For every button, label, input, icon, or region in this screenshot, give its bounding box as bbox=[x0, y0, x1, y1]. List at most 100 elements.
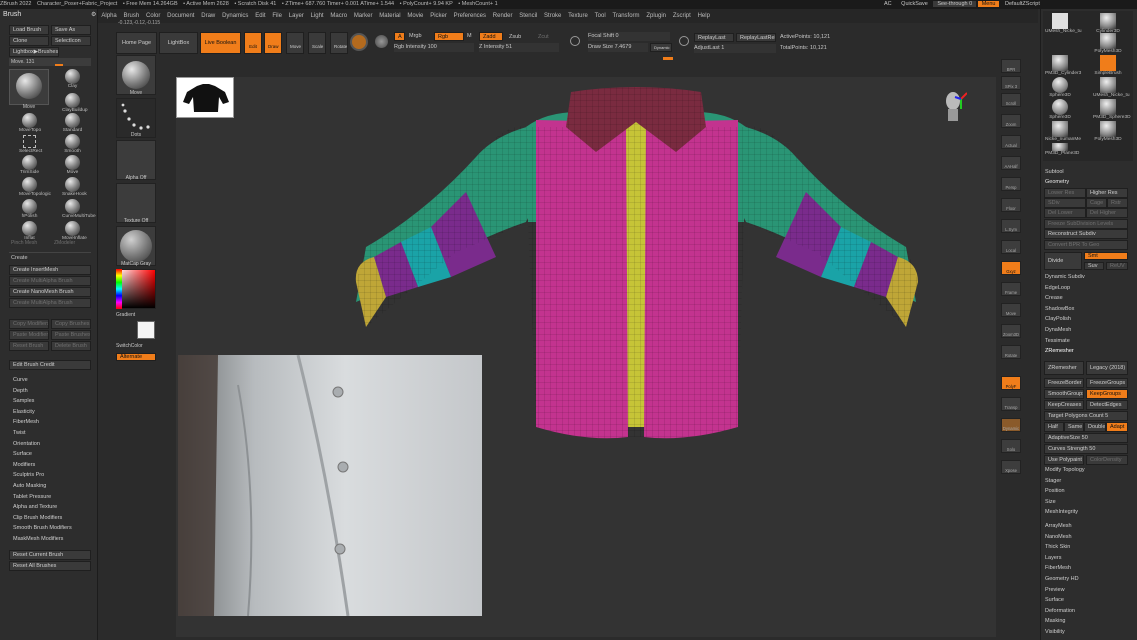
size-section[interactable]: Size bbox=[1041, 497, 1136, 508]
texture-selector[interactable] bbox=[116, 183, 156, 223]
menu-button[interactable]: Menu bbox=[977, 1, 1000, 7]
move-mode-button[interactable]: Move bbox=[286, 32, 304, 54]
crease-section[interactable]: Crease bbox=[1041, 293, 1136, 304]
deformation-section[interactable]: Deformation bbox=[1041, 606, 1136, 617]
section-curve[interactable]: Curve bbox=[0, 375, 97, 386]
z-intensity-slider[interactable]: Z Intensity 51 bbox=[479, 43, 559, 52]
keep-creases-toggle[interactable]: KeepCreases bbox=[1044, 400, 1084, 410]
create-multialpha-button-2[interactable]: Create MultiAlpha Brush bbox=[9, 298, 91, 308]
menu-transform[interactable]: Transform bbox=[609, 9, 643, 23]
clone-button[interactable]: Clone bbox=[9, 36, 49, 46]
brush-size-slider[interactable]: Move. 131 bbox=[9, 58, 91, 66]
section-alpha-texture[interactable]: Alpha and Texture bbox=[0, 502, 97, 513]
section-fibermesh[interactable]: FiberMesh bbox=[0, 417, 97, 428]
section-modifiers[interactable]: Modifiers bbox=[0, 460, 97, 471]
half-button[interactable]: Half bbox=[1044, 422, 1064, 432]
current-brush-preview[interactable] bbox=[9, 69, 49, 105]
adjust-last-slider[interactable]: AdjustLast 1 bbox=[694, 44, 776, 53]
paste-modifiers-button[interactable]: Paste Modifiers bbox=[9, 330, 49, 340]
section-smooth-brush-modifiers[interactable]: Smooth Brush Modifiers bbox=[0, 523, 97, 534]
rotate-mode-button[interactable]: Rotate bbox=[330, 32, 348, 54]
gizmo-icon[interactable] bbox=[375, 35, 388, 48]
solo-button[interactable]: Solo bbox=[1001, 439, 1021, 453]
frame-button[interactable]: Frame bbox=[1001, 282, 1021, 296]
default-zscript-button[interactable]: DefaultZScript bbox=[1001, 1, 1044, 7]
create-header[interactable]: Create bbox=[11, 255, 28, 261]
curves-strength-slider[interactable]: Curves Strength 50 bbox=[1044, 444, 1128, 454]
modify-topology-section[interactable]: Modify Topology bbox=[1041, 465, 1136, 476]
surface-section[interactable]: Surface bbox=[1041, 595, 1136, 606]
masking-section[interactable]: Masking bbox=[1041, 616, 1136, 627]
draw-size-slider[interactable]: Draw Size 7.4679 bbox=[588, 43, 648, 52]
menu-marker[interactable]: Marker bbox=[350, 9, 375, 23]
lower-res-button[interactable]: Lower Res bbox=[1044, 188, 1086, 198]
create-multialpha-button[interactable]: Create MultiAlpha Brush bbox=[9, 276, 91, 286]
replay-last-button[interactable]: ReplayLast bbox=[694, 33, 734, 42]
dynamic-button[interactable]: Dynamic bbox=[650, 43, 672, 52]
subtool-pm3d-sphere[interactable]: PM3D_Sphere3D bbox=[1093, 99, 1131, 120]
freeze-groups-toggle[interactable]: FreezeGroups bbox=[1086, 378, 1128, 388]
reuv-button[interactable]: ReUV bbox=[1106, 262, 1128, 270]
hue-strip[interactable] bbox=[116, 269, 122, 309]
visibility-section[interactable]: Visibility bbox=[1041, 627, 1136, 638]
zoom3d-button[interactable]: Zoom3D bbox=[1001, 324, 1021, 338]
brush-zmodeler[interactable]: ZModeler bbox=[54, 240, 75, 246]
menu-layer[interactable]: Layer bbox=[285, 9, 307, 23]
menu-alpha[interactable]: Alpha bbox=[98, 9, 120, 23]
menu-zscript[interactable]: Zscript bbox=[669, 9, 694, 23]
use-polypaint-toggle[interactable]: Use Polypaint bbox=[1044, 455, 1084, 465]
menu-render[interactable]: Render bbox=[489, 9, 515, 23]
lightbox-button[interactable]: LightBox bbox=[159, 32, 198, 54]
ac-button[interactable]: AC bbox=[880, 1, 896, 7]
gxyz-button[interactable]: Gxyz bbox=[1001, 261, 1021, 275]
zoom-button[interactable]: Zoom bbox=[1001, 114, 1021, 128]
scale-mode-button[interactable]: Scale bbox=[308, 32, 326, 54]
transp-button[interactable]: Transp bbox=[1001, 397, 1021, 411]
rotate-view-button[interactable]: Rotate bbox=[1001, 345, 1021, 359]
brush-hpolish[interactable]: hPolish bbox=[19, 199, 40, 219]
section-samples[interactable]: Samples bbox=[0, 396, 97, 407]
menu-stencil[interactable]: Stencil bbox=[516, 9, 541, 23]
brush-trimside[interactable]: TrimSide bbox=[19, 155, 40, 175]
higher-res-button[interactable]: Higher Res bbox=[1086, 188, 1128, 198]
subtool-simplebrush[interactable]: SimpleBrush bbox=[1093, 55, 1123, 76]
subtool-sphere3d[interactable]: Sphere3D bbox=[1045, 77, 1075, 98]
subtool-pm3d-cylinder[interactable]: PM3D_Cylinder3 bbox=[1045, 55, 1081, 76]
create-nanomesh-button[interactable]: Create NanoMesh Brush bbox=[9, 287, 91, 297]
delete-brush-button[interactable]: Delete Brush bbox=[51, 341, 91, 351]
rgb-button[interactable]: Rgb bbox=[434, 32, 464, 41]
shirt-thumbnail[interactable] bbox=[176, 77, 234, 118]
subtool-umesh-1[interactable]: UMesh_Nicke_tu bbox=[1045, 13, 1082, 34]
smooth-groups-slider[interactable]: SmoothGroups bbox=[1044, 389, 1084, 399]
menu-macro[interactable]: Macro bbox=[327, 9, 350, 23]
scroll-button[interactable]: Scroll bbox=[1001, 93, 1021, 107]
xpose-button[interactable]: Xpose bbox=[1001, 460, 1021, 474]
convert-bpr-button[interactable]: Convert BPR To Geo bbox=[1044, 240, 1128, 250]
same-button[interactable]: Same bbox=[1064, 422, 1084, 432]
sdiv-slider[interactable]: SDiv bbox=[1044, 198, 1086, 208]
brush-selector[interactable] bbox=[116, 55, 156, 95]
section-elasticity[interactable]: Elasticity bbox=[0, 407, 97, 418]
preview-section[interactable]: Preview bbox=[1041, 585, 1136, 596]
palette-settings-icon[interactable]: ⚙ bbox=[91, 11, 96, 18]
brush-clay[interactable]: Clay bbox=[62, 69, 83, 89]
polyf-button[interactable]: PolyF bbox=[1001, 376, 1021, 390]
menu-file[interactable]: File bbox=[269, 9, 285, 23]
subtool-umesh-2[interactable]: UMesh_Nicke_tu bbox=[1093, 77, 1130, 98]
section-maskmesh-modifiers[interactable]: MaskMesh Modifiers bbox=[0, 534, 97, 545]
dynamic-view-button[interactable]: Dynamic bbox=[1001, 418, 1021, 432]
brush-snakehook[interactable]: SnakeHook bbox=[62, 177, 87, 197]
local-button[interactable]: Local bbox=[1001, 240, 1021, 254]
view-gizmo[interactable] bbox=[941, 89, 968, 129]
focal-shift-slider[interactable]: Focal Shift 0 bbox=[588, 32, 670, 41]
paste-brushes-button[interactable]: Paste Brushes bbox=[51, 330, 91, 340]
section-twist[interactable]: Twist bbox=[0, 428, 97, 439]
menu-tool[interactable]: Tool bbox=[591, 9, 609, 23]
persp-button[interactable]: Persp bbox=[1001, 177, 1021, 191]
alpha-selector[interactable] bbox=[116, 140, 156, 180]
brush-pinch-mesh[interactable]: Pinch Mesh bbox=[11, 240, 37, 246]
zcut-button[interactable]: Zcut bbox=[538, 34, 549, 40]
suv-toggle[interactable]: Suv bbox=[1084, 262, 1104, 270]
nanomesh-section[interactable]: NanoMesh bbox=[1041, 532, 1136, 543]
geometry-section-header[interactable]: Geometry bbox=[1041, 177, 1069, 188]
